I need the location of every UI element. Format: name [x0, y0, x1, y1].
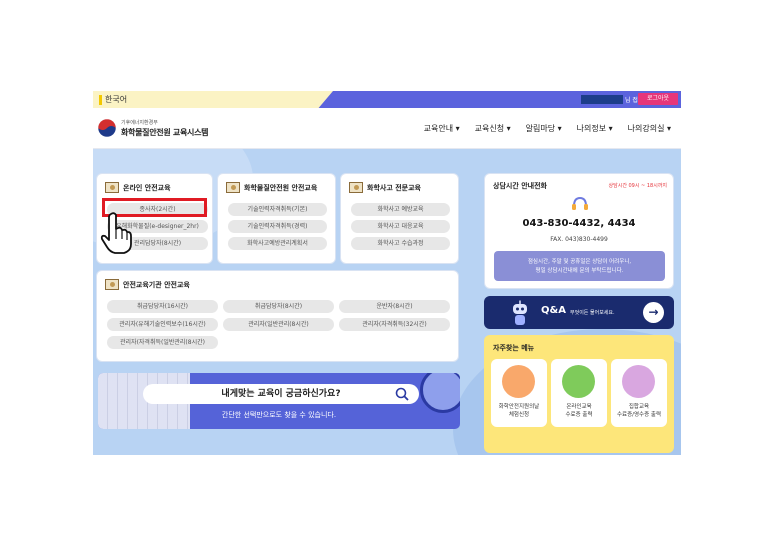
quick-item-label-line: 수료증 출력 — [565, 412, 593, 418]
institute-item-plan[interactable]: 화학사고예방관리계획서 — [228, 237, 327, 250]
course-finder-search[interactable]: 내게맞는 교육이 궁금하신가요? — [143, 384, 419, 404]
site-title[interactable]: 화학물질안전원 교육시스템 — [121, 127, 209, 138]
nav-education-info[interactable]: 교육안내 ▾ — [424, 123, 460, 134]
expert-education-title: 화학사고 전문교육 — [349, 182, 421, 193]
agency-item-tech-refresh[interactable]: 관리자(유해기술인력보수(16시간) — [107, 318, 218, 331]
certificate-icon — [562, 365, 595, 398]
quick-item-label: 집합교육 수료증/영수증 출력 — [611, 403, 667, 419]
consultation-note: 점심시간, 주말 및 공휴일은 상담이 어려우니, 평일 상담시간내에 문의 부… — [494, 251, 665, 281]
expert-education-title-text: 화학사고 전문교육 — [367, 183, 421, 192]
agency-education-panel: 안전교육기관 안전교육 취급담당자(16시간) 취급담당자(8시간) 운반자(8… — [96, 270, 459, 362]
magnifier-illustration — [420, 373, 460, 413]
quick-item-experience[interactable]: 화학안전지원의날 체험신청 — [491, 359, 547, 427]
course-finder-subtitle: 간단한 선택만으로도 찾을 수 있습니다. — [221, 411, 337, 419]
hand-pointer-icon — [100, 212, 132, 254]
fax-number: FAX. 043)830-4499 — [550, 236, 608, 243]
online-education-title-text: 온라인 안전교육 — [123, 183, 171, 192]
quick-menu: 자주찾는 메뉴 화학안전지원의날 체험신청 온라인교육 수료증 출력 집합교육 — [484, 335, 674, 453]
quick-item-label: 온라인교육 수료증 출력 — [551, 403, 607, 419]
phone-number: 043-830-4432, 4434 — [522, 218, 636, 229]
education-icon — [226, 182, 240, 193]
nav-my-info[interactable]: 나의정보 ▾ — [577, 123, 613, 134]
language-marker-icon — [99, 94, 102, 105]
quick-item-receipt[interactable]: 집합교육 수료증/영수증 출력 — [611, 359, 667, 427]
agency-item-qualification[interactable]: 관리자(자격취득(32시간) — [339, 318, 450, 331]
quick-item-label-line: 수료증/영수증 출력 — [616, 412, 662, 418]
nav-my-classroom[interactable]: 나의강의실 ▾ — [628, 123, 671, 134]
headset-icon — [572, 196, 588, 210]
browser-page: 한국어 님 접속중 로그아웃 기후에너지환경부 화학물질안전원 교육시스템 교육… — [93, 91, 681, 455]
utility-bar-left — [93, 91, 333, 108]
education-icon — [349, 182, 363, 193]
agency-item-qual-general[interactable]: 관리자(자격취득(일반관리(8시간) — [107, 336, 218, 349]
consultation-note-line: 평일 상담시간내에 문의 부탁드립니다. — [535, 268, 624, 274]
quick-item-online-certificate[interactable]: 온라인교육 수료증 출력 — [551, 359, 607, 427]
course-finder-question: 내게맞는 교육이 궁금하신가요? — [221, 389, 341, 399]
institute-item-career[interactable]: 기술인력자격취득(경력) — [228, 220, 327, 233]
language-selector[interactable]: 한국어 — [99, 94, 127, 105]
expert-item-response[interactable]: 화학사고 대응교육 — [351, 220, 450, 233]
arrow-right-icon[interactable]: → — [643, 302, 664, 323]
agency-education-title-text: 안전교육기관 안전교육 — [123, 280, 190, 289]
online-education-title: 온라인 안전교육 — [105, 182, 171, 193]
agency-item-transport[interactable]: 운반자(8시간) — [339, 300, 450, 313]
education-icon — [105, 279, 119, 290]
qna-banner[interactable]: Q&A 무엇이든 물어보세요. → — [484, 296, 674, 329]
site-header: 기후에너지환경부 화학물질안전원 교육시스템 교육안내 ▾ 교육신청 ▾ 알림마… — [93, 108, 681, 149]
main-nav: 교육안내 ▾ 교육신청 ▾ 알림마당 ▾ 나의정보 ▾ 나의강의실 ▾ — [424, 123, 671, 134]
expert-item-prevention[interactable]: 화학사고 예방교육 — [351, 203, 450, 216]
quick-item-label-line: 화학안전지원의날 — [498, 404, 540, 410]
consultation-title: 상담시간 안내전화 — [493, 182, 547, 190]
utility-bar: 한국어 님 접속중 로그아웃 — [93, 91, 681, 108]
consultation-note-line: 점심시간, 주말 및 공휴일은 상담이 어려우니, — [527, 259, 632, 265]
quick-item-label-line: 온라인교육 — [566, 404, 592, 410]
institute-education-title-text: 화학물질안전원 안전교육 — [244, 183, 318, 192]
consultation-hours: 상담시간 09시 ~ 18시까지 — [608, 183, 667, 189]
education-icon — [105, 182, 119, 193]
search-icon — [395, 387, 409, 401]
government-emblem-icon[interactable] — [97, 118, 117, 138]
quick-item-label-line: 집합교육 — [628, 404, 650, 410]
consultation-panel: 상담시간 안내전화 상담시간 09시 ~ 18시까지 043-830-4432,… — [484, 173, 674, 289]
agency-item-handler-16[interactable]: 취급담당자(16시간) — [107, 300, 218, 313]
nav-notice[interactable]: 알림마당 ▾ — [526, 123, 562, 134]
robot-icon — [513, 300, 527, 325]
expert-item-recovery[interactable]: 화학사고 수습과정 — [351, 237, 450, 250]
quick-item-label-line: 체험신청 — [508, 412, 530, 418]
qna-label: Q&A — [541, 305, 566, 316]
nav-education-apply[interactable]: 교육신청 ▾ — [475, 123, 511, 134]
expert-education-panel: 화학사고 전문교육 화학사고 예방교육 화학사고 대응교육 화학사고 수습과정 — [340, 173, 459, 264]
institute-education-panel: 화학물질안전원 안전교육 기술인력자격취득(기본) 기술인력자격취득(경력) 화… — [217, 173, 336, 264]
agency-item-general-mgmt[interactable]: 관리자(일반관리(8시간) — [223, 318, 334, 331]
institute-education-title: 화학물질안전원 안전교육 — [226, 182, 317, 193]
qna-subtitle: 무엇이든 물어보세요. — [570, 310, 615, 316]
user-name-masked — [581, 95, 623, 104]
org-name: 기후에너지환경부 — [121, 120, 158, 126]
logout-button[interactable]: 로그아웃 — [638, 93, 678, 105]
receipt-icon — [622, 365, 655, 398]
agency-item-handler-8[interactable]: 취급담당자(8시간) — [223, 300, 334, 313]
quick-item-label: 화학안전지원의날 체험신청 — [491, 403, 547, 419]
language-label: 한국어 — [105, 95, 128, 104]
quick-menu-title: 자주찾는 메뉴 — [493, 344, 535, 352]
institute-item-basic[interactable]: 기술인력자격취득(기본) — [228, 203, 327, 216]
agency-education-title: 안전교육기관 안전교육 — [105, 279, 190, 290]
course-finder-banner[interactable]: 내게맞는 교육이 궁금하신가요? 간단한 선택만으로도 찾을 수 있습니다. — [98, 373, 460, 429]
experience-icon — [502, 365, 535, 398]
main-content: 온라인 안전교육 종사자(2시간) 유해화학물질(e-designer_2hr)… — [93, 149, 681, 455]
